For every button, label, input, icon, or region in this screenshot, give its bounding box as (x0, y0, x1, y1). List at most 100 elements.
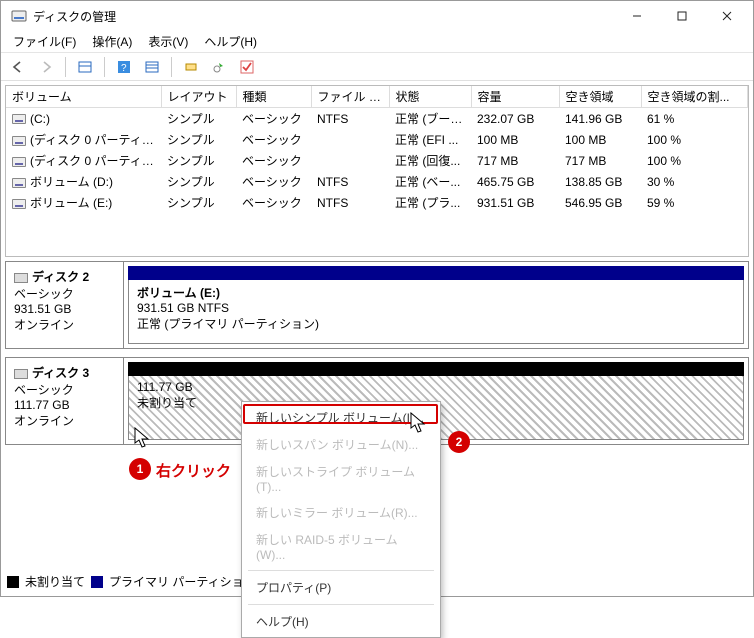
menubar: ファイル(F) 操作(A) 表示(V) ヘルプ(H) (1, 31, 753, 53)
titlebar: ディスクの管理 (1, 1, 753, 31)
context-menu-item: 新しいスパン ボリューム(N)... (242, 431, 440, 458)
cell-capacity: 465.75 GB (471, 171, 559, 192)
cell-fs: NTFS (311, 171, 389, 192)
cell-free: 141.96 GB (559, 108, 641, 130)
volume-icon (12, 114, 26, 124)
cell-fs (311, 150, 389, 171)
col-layout[interactable]: レイアウト (161, 86, 236, 108)
cell-layout: シンプル (161, 129, 236, 150)
legend: 未割り当て プライマリ パーティション (7, 573, 256, 590)
col-type[interactable]: 種類 (236, 86, 311, 108)
cell-layout: シンプル (161, 108, 236, 130)
cell-volume: (C:) (30, 112, 50, 126)
cell-free: 546.95 GB (559, 192, 641, 213)
cell-status: 正常 (ブート... (389, 108, 471, 130)
cell-free: 717 MB (559, 150, 641, 171)
volume-icon (12, 157, 26, 167)
help-icon[interactable]: ? (113, 56, 135, 78)
maximize-button[interactable] (659, 2, 704, 30)
cell-status: 正常 (プラ... (389, 192, 471, 213)
cell-status: 正常 (回復... (389, 150, 471, 171)
action-icon[interactable] (208, 56, 230, 78)
volume-icon (12, 178, 26, 188)
context-menu-item: 新しいミラー ボリューム(R)... (242, 499, 440, 526)
cell-type: ベーシック (236, 108, 311, 130)
volume-icon (12, 136, 26, 146)
legend-unalloc-label: 未割り当て (25, 573, 85, 590)
disk-status: オンライン (14, 412, 115, 429)
svg-text:?: ? (121, 63, 127, 74)
cell-free: 138.85 GB (559, 171, 641, 192)
minimize-button[interactable] (614, 2, 659, 30)
annotation-rightclick-label: 右クリック (156, 460, 231, 481)
forward-button[interactable] (35, 56, 57, 78)
table-row[interactable]: (C:) シンプル ベーシック NTFS 正常 (ブート... 232.07 G… (6, 108, 748, 130)
context-menu-item: 新しいストライプ ボリューム(T)... (242, 458, 440, 499)
cell-type: ベーシック (236, 129, 311, 150)
view-icon-2[interactable] (141, 56, 163, 78)
disk-partition-bar[interactable]: ボリューム (E:) 931.51 GB NTFS 正常 (プライマリ パーティ… (124, 262, 748, 348)
col-volume[interactable]: ボリューム (6, 86, 161, 108)
cell-free: 100 MB (559, 129, 641, 150)
cell-volume: (ディスク 0 パーティシ... (30, 133, 161, 147)
cell-type: ベーシック (236, 192, 311, 213)
col-freepct[interactable]: 空き領域の割... (641, 86, 748, 108)
menu-action[interactable]: 操作(A) (86, 31, 138, 52)
disk-type: ベーシック (14, 381, 115, 398)
check-icon[interactable] (236, 56, 258, 78)
context-menu-help[interactable]: ヘルプ(H) (242, 608, 440, 635)
cell-freepct: 30 % (641, 171, 748, 192)
cell-volume: ボリューム (D:) (30, 175, 113, 189)
app-icon (11, 8, 27, 24)
annotation-badge-1: 1 (129, 458, 151, 480)
partition-sub: 931.51 GB NTFS (137, 301, 735, 315)
cell-freepct: 59 % (641, 192, 748, 213)
disk-row: ディスク 2 ベーシック 931.51 GB オンライン ボリューム (E:) … (5, 261, 749, 349)
volume-icon (12, 199, 26, 209)
close-button[interactable] (704, 2, 749, 30)
cell-freepct: 100 % (641, 129, 748, 150)
table-row[interactable]: (ディスク 0 パーティシ... シンプル ベーシック 正常 (EFI ... … (6, 129, 748, 150)
cell-type: ベーシック (236, 150, 311, 171)
legend-primary-swatch (91, 576, 103, 588)
disk-name: ディスク 2 (32, 270, 89, 284)
cell-capacity: 931.51 GB (471, 192, 559, 213)
context-menu: 新しいシンプル ボリューム(I)...新しいスパン ボリューム(N)...新しい… (241, 401, 441, 638)
menu-file[interactable]: ファイル(F) (7, 31, 82, 52)
cell-layout: シンプル (161, 150, 236, 171)
col-status[interactable]: 状態 (389, 86, 471, 108)
disk-size: 931.51 GB (14, 302, 115, 316)
disk-info: ディスク 2 ベーシック 931.51 GB オンライン (6, 262, 124, 348)
disk-status: オンライン (14, 316, 115, 333)
annotation-highlight (243, 404, 438, 424)
back-button[interactable] (7, 56, 29, 78)
disk-size: 111.77 GB (14, 398, 115, 412)
col-fs[interactable]: ファイル システム (311, 86, 389, 108)
view-icon-1[interactable] (74, 56, 96, 78)
disk-info: ディスク 3 ベーシック 111.77 GB オンライン (6, 358, 124, 444)
table-header: ボリューム レイアウト 種類 ファイル システム 状態 容量 空き領域 空き領域… (6, 86, 748, 108)
table-row[interactable]: ボリューム (D:) シンプル ベーシック NTFS 正常 (ベー... 465… (6, 171, 748, 192)
col-capacity[interactable]: 容量 (471, 86, 559, 108)
cell-layout: シンプル (161, 171, 236, 192)
cell-status: 正常 (ベー... (389, 171, 471, 192)
annotation-badge-2: 2 (448, 431, 470, 453)
context-menu-item: 新しい RAID-5 ボリューム(W)... (242, 526, 440, 567)
cell-capacity: 232.07 GB (471, 108, 559, 130)
disk-name: ディスク 3 (32, 366, 89, 380)
cell-capacity: 717 MB (471, 150, 559, 171)
cell-layout: シンプル (161, 192, 236, 213)
menu-view[interactable]: 表示(V) (142, 31, 194, 52)
col-free[interactable]: 空き領域 (559, 86, 641, 108)
table-row[interactable]: (ディスク 0 パーティシ... シンプル ベーシック 正常 (回復... 71… (6, 150, 748, 171)
menu-help[interactable]: ヘルプ(H) (198, 31, 263, 52)
cell-volume: ボリューム (E:) (30, 196, 112, 210)
partition-sub: 111.77 GB (137, 380, 735, 394)
legend-primary-label: プライマリ パーティション (109, 573, 256, 590)
settings-icon[interactable] (180, 56, 202, 78)
cell-fs: NTFS (311, 192, 389, 213)
cell-fs: NTFS (311, 108, 389, 130)
partition-state: 正常 (プライマリ パーティション) (137, 315, 735, 332)
volume-table-wrap: ボリューム レイアウト 種類 ファイル システム 状態 容量 空き領域 空き領域… (5, 85, 749, 257)
table-row[interactable]: ボリューム (E:) シンプル ベーシック NTFS 正常 (プラ... 931… (6, 192, 748, 213)
